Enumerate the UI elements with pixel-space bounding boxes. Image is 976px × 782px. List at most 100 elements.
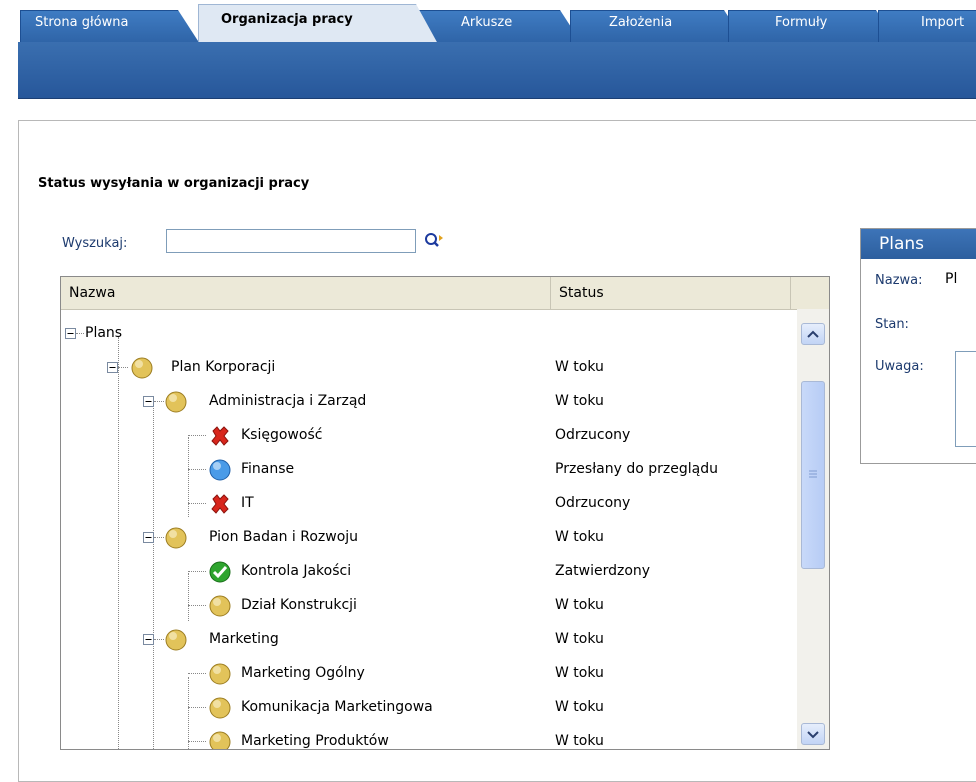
search-icon[interactable] [424, 232, 444, 250]
tree-line [118, 367, 128, 368]
node-label: Plans [85, 325, 123, 341]
rejected-x-icon [211, 494, 229, 514]
in-progress-circle-icon [131, 357, 153, 379]
submitted-blue-circle-icon [209, 459, 231, 481]
tree-row-ksiegowosc[interactable]: Księgowość Odrzucony [61, 419, 797, 453]
tree-row-pion-badan[interactable]: Pion Badan i Rozwoju W toku [61, 521, 797, 555]
column-header-status[interactable]: Status [551, 277, 791, 309]
tab-label: Formuły [775, 15, 828, 30]
rejected-x-icon [211, 426, 229, 446]
org-tree-grid: Nazwa Status Plans Plan Korporacji W tok… [60, 276, 830, 750]
grid-header: Nazwa Status [61, 277, 829, 310]
collapse-toggle-icon[interactable] [143, 396, 154, 407]
node-label: Finanse [241, 461, 295, 477]
tab-label: Arkusze [461, 15, 513, 30]
state-label: Stan: [875, 317, 909, 332]
node-label: Komunikacja Marketingowa [241, 699, 433, 715]
tree-row-plan-korporacji[interactable]: Plan Korporacji W toku [61, 351, 797, 385]
node-label: Marketing [209, 631, 279, 647]
tab-import[interactable]: Import [878, 10, 976, 44]
node-status: W toku [555, 733, 604, 749]
node-status: W toku [555, 699, 604, 715]
node-status: W toku [555, 393, 604, 409]
tab-strona-glowna[interactable]: Strona główna [20, 10, 200, 44]
scroll-thumb[interactable] [801, 381, 825, 569]
node-label: Księgowość [241, 427, 323, 443]
tab-formuly[interactable]: Formuły [728, 10, 898, 44]
tree-row-kontrola-jakosci[interactable]: Kontrola Jakości Zatwierdzony [61, 555, 797, 589]
in-progress-circle-icon [165, 391, 187, 413]
scroll-up-button[interactable] [801, 323, 825, 345]
tree-line [76, 333, 84, 334]
name-value: Pl [945, 271, 958, 287]
collapse-toggle-icon[interactable] [65, 328, 76, 339]
tree-row-komunikacja[interactable]: Komunikacja Marketingowa W toku [61, 691, 797, 725]
node-label: Administracja i Zarząd [209, 393, 367, 409]
collapse-toggle-icon[interactable] [107, 362, 118, 373]
tab-label: Założenia [609, 15, 673, 30]
vertical-scrollbar[interactable] [797, 309, 829, 749]
node-label: IT [241, 495, 254, 511]
grip-icon [809, 470, 817, 478]
chevron-down-icon [807, 731, 819, 739]
collapse-toggle-icon[interactable] [143, 532, 154, 543]
tree-row-administracja[interactable]: Administracja i Zarząd W toku [61, 385, 797, 419]
in-progress-circle-icon [209, 663, 231, 685]
in-progress-circle-icon [209, 697, 231, 719]
column-header-name[interactable]: Nazwa [61, 277, 551, 309]
section-title: Status wysyłania w organizacji pracy [38, 176, 310, 191]
tab-content-band [18, 42, 976, 99]
tab-arkusze[interactable]: Arkusze [414, 10, 582, 44]
tree-row-marketing-produktow[interactable]: Marketing Produktów W toku [61, 725, 797, 749]
node-label: Pion Badan i Rozwoju [209, 529, 359, 545]
scroll-down-button[interactable] [801, 723, 825, 745]
node-status: W toku [555, 529, 604, 545]
in-progress-circle-icon [209, 595, 231, 617]
tab-organizacja-pracy[interactable]: Organizacja pracy [198, 4, 438, 44]
node-status: Odrzucony [555, 495, 631, 511]
tree-row-marketing-ogolny[interactable]: Marketing Ogólny W toku [61, 657, 797, 691]
tab-label: Import [921, 15, 965, 30]
note-textarea[interactable] [955, 351, 976, 447]
tree-line [188, 469, 206, 470]
node-status: Odrzucony [555, 427, 631, 443]
tree-line [154, 537, 164, 538]
tree-row-dzial-konstrukcji[interactable]: Dział Konstrukcji W toku [61, 589, 797, 623]
search-label: Wyszukaj: [62, 236, 128, 251]
in-progress-circle-icon [165, 527, 187, 549]
tree-row-marketing[interactable]: Marketing W toku [61, 623, 797, 657]
node-label: Dział Konstrukcji [241, 597, 357, 613]
node-label: Plan Korporacji [171, 359, 276, 375]
node-status: W toku [555, 631, 604, 647]
approved-check-icon [209, 561, 231, 583]
node-status: Zatwierdzony [555, 563, 651, 579]
node-status: W toku [555, 665, 604, 681]
details-panel: Plans Nazwa: Pl Stan: Uwaga: [860, 228, 976, 464]
tree-row-plans[interactable]: Plans [61, 317, 797, 351]
tree-line [154, 401, 164, 402]
collapse-toggle-icon[interactable] [143, 634, 154, 645]
chevron-up-icon [807, 330, 819, 338]
tree-line [154, 639, 164, 640]
tab-label: Strona główna [35, 15, 129, 30]
in-progress-circle-icon [165, 629, 187, 651]
node-status: Przesłany do przeglądu [555, 461, 718, 477]
tree-row-finanse[interactable]: Finanse Przesłany do przeglądu [61, 453, 797, 487]
in-progress-circle-icon [209, 731, 231, 749]
node-status: W toku [555, 597, 604, 613]
search-input[interactable] [166, 229, 416, 253]
tab-bar: Strona główna Arkusze Założenia Formuły … [0, 0, 976, 44]
node-label: Marketing Ogólny [241, 665, 365, 681]
node-label: Marketing Produktów [241, 733, 389, 749]
tree-line [188, 435, 206, 436]
name-label: Nazwa: [875, 273, 923, 288]
tab-zalozenia[interactable]: Założenia [570, 10, 746, 44]
details-title: Plans [861, 229, 976, 259]
tree-line [188, 503, 206, 504]
tree-line [188, 673, 206, 674]
node-label: Kontrola Jakości [241, 563, 352, 579]
tree-line [188, 707, 206, 708]
note-label: Uwaga: [875, 359, 924, 374]
tree-row-it[interactable]: IT Odrzucony [61, 487, 797, 521]
tab-label: Organizacja pracy [221, 12, 353, 27]
